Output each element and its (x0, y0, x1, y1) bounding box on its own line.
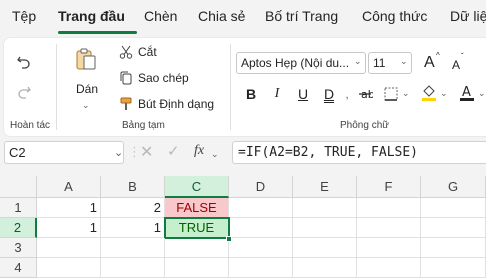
column-header-c[interactable]: C (165, 176, 229, 198)
column-header-e[interactable]: E (293, 176, 357, 198)
cell-d1[interactable] (229, 198, 293, 218)
svg-text:ab: ab (361, 88, 373, 101)
grow-font-arrow-icon: ^ (436, 51, 440, 60)
tab-page-layout[interactable]: Bố trí Trang (265, 8, 338, 24)
cut-label[interactable]: Cắt (138, 45, 157, 59)
divider (56, 44, 57, 130)
font-name-select[interactable]: Aptos Hẹp (Nội du... (236, 52, 366, 74)
cell-g3[interactable] (421, 238, 486, 258)
chevron-down-icon[interactable]: ⌄ (114, 146, 123, 159)
divider (230, 44, 231, 130)
cell-a3[interactable] (37, 238, 101, 258)
chevron-down-icon[interactable]: ⌄ (82, 100, 90, 111)
grow-font-button[interactable]: A (424, 54, 435, 72)
cell-b1[interactable]: 2 (101, 198, 165, 218)
cell-d4[interactable] (229, 258, 293, 278)
cell-a4[interactable] (37, 258, 101, 278)
cancel-icon[interactable]: ✕ (140, 142, 153, 162)
row-header-2[interactable]: 2 (0, 218, 37, 238)
cell-c2[interactable]: TRUE (164, 217, 230, 239)
bold-button[interactable]: B (242, 84, 260, 104)
italic-button[interactable]: I (268, 84, 286, 104)
chevron-down-icon[interactable]: ⌄ (402, 88, 410, 99)
cell-f3[interactable] (357, 238, 421, 258)
redo-icon[interactable] (14, 82, 34, 102)
svg-text:A: A (462, 85, 471, 100)
cell-c1[interactable]: FALSE (165, 198, 229, 218)
separator-comma: , (345, 87, 349, 101)
cell-b2[interactable]: 1 (101, 218, 165, 238)
shrink-font-button[interactable]: A (452, 58, 460, 72)
shrink-font-arrow-icon: ˇ (461, 52, 464, 61)
chevron-down-icon[interactable]: ⌄ (400, 56, 408, 67)
chevron-down-icon[interactable]: ⌄ (478, 88, 486, 99)
cut-icon[interactable] (118, 44, 134, 60)
font-color-icon[interactable]: A (458, 83, 476, 103)
insert-function-button[interactable]: fx (194, 143, 204, 159)
cell-g2[interactable] (421, 218, 486, 238)
column-header-g[interactable]: G (421, 176, 486, 198)
tab-file[interactable]: Tệp (12, 8, 36, 24)
cell-d3[interactable] (229, 238, 293, 258)
font-size-value: 11 (373, 56, 386, 70)
tab-insert[interactable]: Chèn (144, 8, 177, 24)
cell-f4[interactable] (357, 258, 421, 278)
cell-f1[interactable] (357, 198, 421, 218)
select-all-corner[interactable] (0, 176, 37, 198)
copy-icon[interactable] (118, 70, 134, 86)
cell-g1[interactable] (421, 198, 486, 218)
ribbon-tab-bar: Tệp Trang đầu Chèn Chia sẻ Bố trí Trang … (0, 0, 486, 36)
format-painter-icon[interactable] (118, 96, 134, 112)
fill-color-icon[interactable] (420, 83, 438, 103)
name-box[interactable]: C2 (4, 141, 124, 164)
column-header-d[interactable]: D (229, 176, 293, 198)
tab-data[interactable]: Dữ liệ (450, 8, 486, 24)
font-name-value: Aptos Hẹp (Nội du... (241, 56, 350, 70)
tab-home[interactable]: Trang đầu (58, 8, 125, 24)
row-header-3[interactable]: 3 (0, 238, 37, 258)
paste-icon[interactable] (74, 46, 98, 72)
undo-group-label: Hoàn tác (10, 120, 51, 131)
undo-icon[interactable] (14, 52, 34, 72)
clipboard-group-label: Bảng tạm (122, 120, 165, 131)
tab-formulas[interactable]: Công thức (362, 8, 427, 24)
enter-icon[interactable]: ✓ (167, 142, 180, 160)
fill-handle[interactable] (226, 236, 232, 242)
copy-label[interactable]: Sao chép (138, 71, 189, 85)
cell-c4[interactable] (165, 258, 229, 278)
formula-text: =IF(A2=B2, TRUE, FALSE) (238, 145, 419, 160)
cell-e1[interactable] (293, 198, 357, 218)
cell-f2[interactable] (357, 218, 421, 238)
paste-label[interactable]: Dán (76, 82, 98, 96)
column-header-f[interactable]: F (357, 176, 421, 198)
strikethrough-icon[interactable]: ab (356, 85, 374, 103)
cell-d2[interactable] (229, 218, 293, 238)
formula-input[interactable]: =IF(A2=B2, TRUE, FALSE) (232, 141, 486, 164)
column-header-a[interactable]: A (37, 176, 101, 198)
row-header-4[interactable]: 4 (0, 258, 37, 278)
cell-c3[interactable] (165, 238, 229, 258)
cell-a1[interactable]: 1 (37, 198, 101, 218)
cell-b4[interactable] (101, 258, 165, 278)
column-header-b[interactable]: B (101, 176, 165, 198)
cell-e4[interactable] (293, 258, 357, 278)
chevron-down-icon[interactable]: ⌄ (211, 149, 219, 160)
ribbon-panel: Hoàn tác Dán ⌄ Cắt Sao chép Bút Định dạn… (4, 38, 486, 136)
tab-share[interactable]: Chia sẻ (198, 8, 245, 24)
cell-e3[interactable] (293, 238, 357, 258)
chevron-down-icon[interactable]: ⌄ (354, 56, 362, 67)
row-header-1[interactable]: 1 (0, 198, 37, 218)
name-box-value: C2 (9, 145, 26, 160)
format-painter-label[interactable]: Bút Định dạng (138, 97, 214, 111)
borders-icon[interactable] (382, 85, 400, 103)
cell-g4[interactable] (421, 258, 486, 278)
cell-b3[interactable] (101, 238, 165, 258)
chevron-down-icon[interactable]: ⌄ (440, 88, 448, 99)
cell-e2[interactable] (293, 218, 357, 238)
underline-button[interactable]: U (294, 84, 312, 104)
double-underline-button[interactable]: D (320, 84, 338, 104)
cell-a2[interactable]: 1 (37, 218, 101, 238)
active-tab-indicator (58, 31, 137, 34)
font-group-label: Phông chữ (340, 120, 389, 131)
